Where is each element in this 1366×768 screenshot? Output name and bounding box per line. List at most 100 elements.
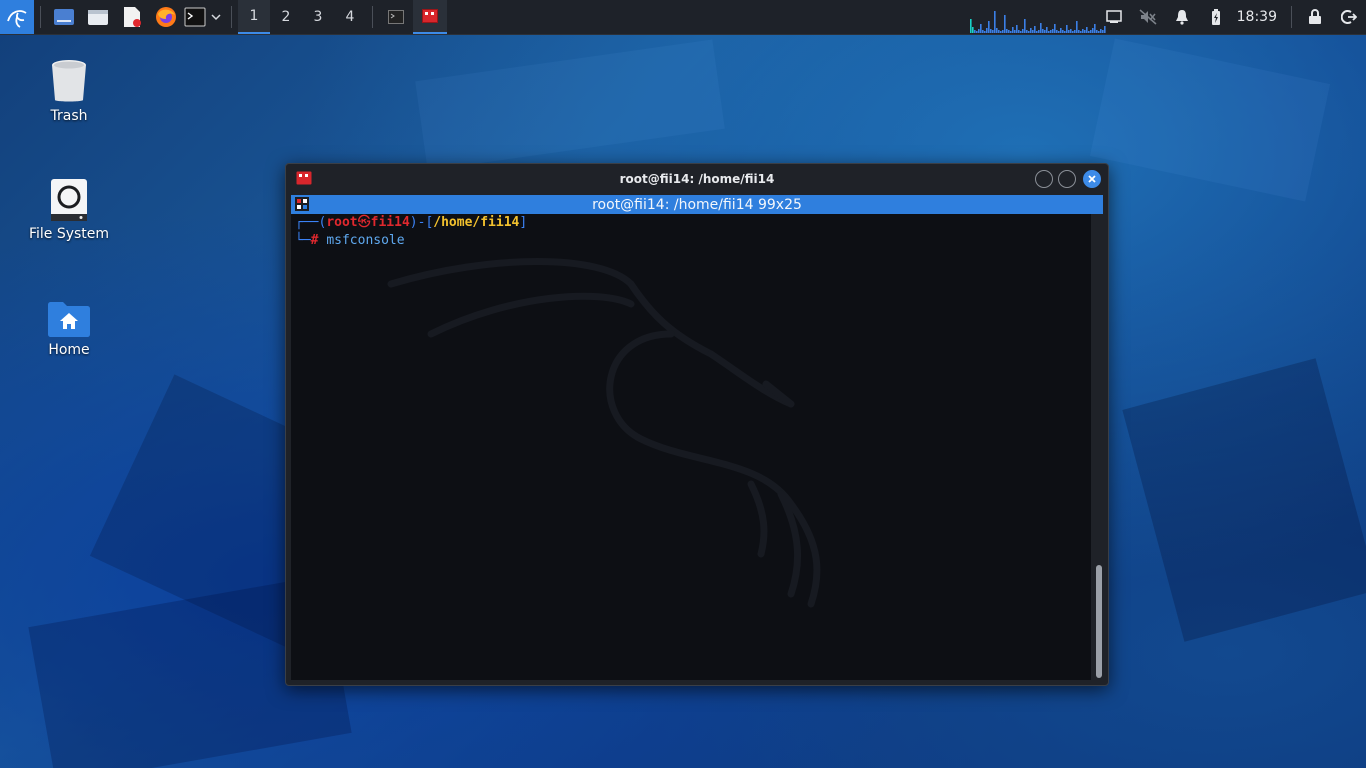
root-terminal-icon	[422, 9, 438, 23]
prompt-hash: #	[310, 233, 319, 248]
workspace-4[interactable]: 4	[334, 0, 366, 34]
kali-menu-button[interactable]	[0, 0, 34, 34]
cpu-graph-bar	[1092, 28, 1094, 33]
workspace-3[interactable]: 3	[302, 0, 334, 34]
cpu-graph-bar	[1056, 30, 1058, 33]
logout-button[interactable]	[1332, 0, 1366, 34]
tab-title: root@fii14: /home/fii14 99x25	[592, 196, 802, 213]
terminal-scrollbar[interactable]	[1096, 219, 1102, 680]
cpu-graph-bar	[1028, 31, 1030, 33]
cpu-graph-bar	[970, 19, 972, 33]
cpu-graph-bar	[1052, 29, 1054, 33]
cpu-graph-bar	[1088, 31, 1090, 33]
cpu-graph-bar	[998, 30, 1000, 33]
task-terminal[interactable]	[379, 0, 413, 34]
lock-screen-button[interactable]	[1298, 0, 1332, 34]
cpu-graph-bar	[1078, 30, 1080, 33]
cpu-graph-bar	[1016, 25, 1018, 33]
desktop-icon-label: Home	[48, 342, 90, 358]
task-root-terminal[interactable]	[413, 0, 447, 34]
system-tray: 18:39	[1097, 0, 1366, 34]
cpu-graph-bar	[1050, 30, 1052, 33]
separator	[40, 6, 41, 28]
desktop-icon-trash[interactable]: Trash	[14, 58, 124, 124]
cpu-graph-bar	[1004, 15, 1006, 33]
prompt-path: /home/fii14	[433, 215, 520, 230]
cpu-graph-bar	[994, 11, 996, 33]
cpu-graph-bar	[1038, 30, 1040, 33]
cpu-graph-bar	[1062, 30, 1064, 33]
workspace-1[interactable]: 1	[238, 0, 270, 34]
cpu-graph-bar	[978, 29, 980, 33]
text-editor-launcher[interactable]	[115, 0, 149, 34]
cpu-graph-bar	[972, 27, 974, 33]
cpu-graph-bar	[1012, 27, 1014, 33]
kali-logo-icon	[7, 10, 27, 28]
chevron-down-icon	[211, 14, 221, 21]
window-titlebar[interactable]: root@fii14: /home/fii14	[286, 164, 1108, 194]
file-manager-launcher[interactable]	[81, 0, 115, 34]
terminal-output[interactable]: ┌──(root㉿fii14)-[/home/fii14] └─# msfcon…	[291, 214, 1091, 680]
terminal-launcher[interactable]	[183, 0, 207, 34]
cpu-graph-bar	[1044, 30, 1046, 33]
cpu-graph-bar	[1006, 29, 1008, 33]
cpu-graph-bar	[984, 31, 986, 33]
cpu-graph-bar	[996, 28, 998, 33]
cpu-graph-bar	[1042, 29, 1044, 33]
cpu-graph-bar	[1060, 28, 1062, 33]
root-terminal-icon	[296, 171, 312, 185]
terminal-window[interactable]: root@fii14: /home/fii14 root@fii14: /hom…	[285, 163, 1109, 686]
workspace-2[interactable]: 2	[270, 0, 302, 34]
cpu-graph-bar	[1072, 31, 1074, 33]
prompt-at: ㉿	[357, 215, 371, 230]
cpu-graph-bar	[986, 28, 988, 33]
maximize-button[interactable]	[1058, 170, 1076, 188]
prompt-host: fii14	[370, 215, 410, 230]
clock[interactable]: 18:39	[1233, 9, 1285, 25]
desktop-icon-file-system[interactable]: File System	[14, 178, 124, 242]
prompt-user: root	[326, 215, 358, 230]
cpu-graph-bar	[1054, 24, 1056, 33]
cpu-graph-bar	[1036, 31, 1038, 33]
show-desktop-button[interactable]	[47, 0, 81, 34]
cpu-graph-bar	[976, 31, 978, 33]
separator	[231, 6, 232, 28]
power-status-button[interactable]	[1199, 0, 1233, 34]
cpu-graph-bar	[1086, 27, 1088, 33]
display-button[interactable]	[1097, 0, 1131, 34]
firefox-launcher[interactable]	[149, 0, 183, 34]
desktop-icon-home[interactable]: Home	[14, 300, 124, 358]
bell-icon	[1175, 10, 1188, 25]
terminal-launcher-dropdown[interactable]	[207, 0, 225, 34]
cpu-graph-bar	[974, 30, 976, 33]
cpu-graph-bar	[1046, 27, 1048, 33]
lock-icon	[1309, 9, 1321, 24]
volume-button[interactable]	[1131, 0, 1165, 34]
prompt-frame: └─	[295, 233, 311, 248]
minimize-button[interactable]	[1035, 170, 1053, 188]
cpu-graph-bar	[1094, 24, 1096, 33]
scrollbar-thumb[interactable]	[1096, 565, 1102, 678]
notifications-button[interactable]	[1165, 0, 1199, 34]
cpu-graph-bar	[1020, 31, 1022, 33]
separator	[372, 6, 373, 28]
desktop: 1 2 3 4 18:39 Trash File System Home roo…	[0, 0, 1366, 768]
wallpaper-facet	[1122, 358, 1366, 642]
desktop-icon-label: File System	[28, 226, 110, 242]
close-button[interactable]	[1083, 170, 1101, 188]
taskbar: 1 2 3 4 18:39	[0, 0, 1366, 35]
cpu-graph-bar	[1080, 31, 1082, 33]
cpu-graph-bar	[1034, 26, 1036, 33]
kali-dragon-watermark	[387, 258, 821, 608]
cpu-graph-bar	[1024, 19, 1026, 33]
cpu-graph-bar	[1000, 31, 1002, 33]
prompt-frame: ]	[519, 215, 528, 230]
separator	[1291, 6, 1292, 28]
display-icon	[1105, 10, 1122, 23]
terminal-tab[interactable]: root@fii14: /home/fii14 99x25	[291, 195, 1103, 214]
cpu-graph-bar	[990, 29, 992, 33]
cpu-graph-bar	[1090, 30, 1092, 33]
cpu-graph-bar	[980, 24, 982, 33]
volume-muted-icon	[1139, 9, 1157, 25]
file-manager-icon	[88, 10, 108, 25]
